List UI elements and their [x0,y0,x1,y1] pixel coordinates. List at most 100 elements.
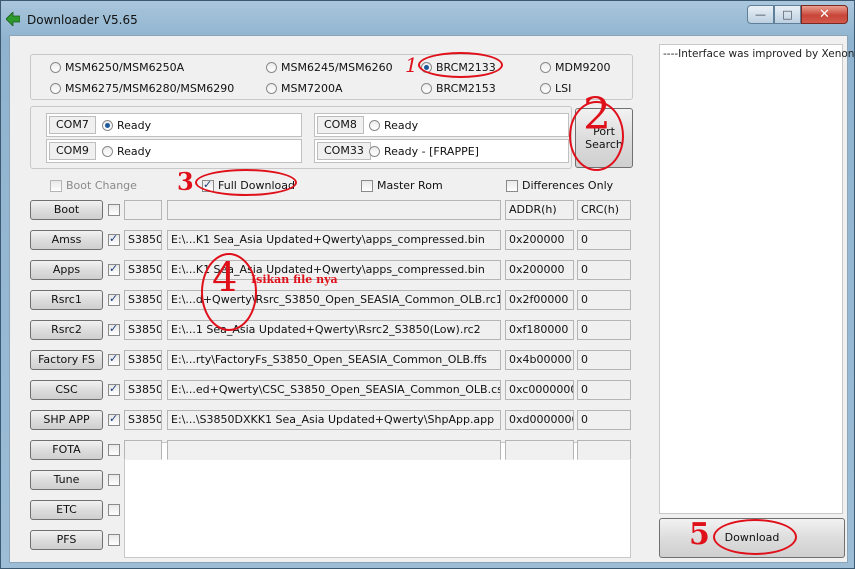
row-checkbox[interactable] [108,504,120,516]
row-model-field: S3850 [124,350,162,370]
row-addr-field[interactable] [505,440,574,460]
row-button-factory-fs[interactable]: Factory FS [30,350,103,370]
checkbox-label: Boot Change [66,179,137,192]
row-crc-field[interactable]: 0 [577,230,631,250]
title-bar[interactable]: Downloader V5.65 — □ ✕ [1,1,854,35]
annotation-isikan-text: Isikan file nya [251,273,338,286]
annotation-number-3: 3 [177,167,194,196]
row-addr-field[interactable]: 0xd0000000 [505,410,574,430]
row-checkbox[interactable] [108,262,120,276]
row-crc-field[interactable]: CRC(h) [577,200,631,220]
row-path-field[interactable] [167,440,501,460]
annotation-circle-full-download [195,169,297,196]
checkbox-label: Differences Only [522,179,614,192]
row-addr-field[interactable]: 0xf180000 [505,320,574,340]
port-com33[interactable]: COM33 Ready - [FRAPPE] [314,139,569,163]
chipset-radio-lsi[interactable]: LSI [540,82,571,95]
row-button-amss[interactable]: Amss [30,230,103,250]
row-button-tune[interactable]: Tune [30,470,103,490]
row-crc-field[interactable]: 0 [577,410,631,430]
row-addr-field[interactable]: 0x4b00000 [505,350,574,370]
boot-change-checkbox[interactable]: Boot Change [50,179,137,192]
row-crc-field[interactable]: 0 [577,260,631,280]
radio-indicator [540,83,551,94]
row-checkbox[interactable] [108,412,120,426]
radio-indicator [266,83,277,94]
chipset-label: LSI [555,82,572,95]
download-arrow-icon [6,12,20,26]
row-checkbox[interactable] [108,534,120,546]
row-path-field[interactable]: E:\...ed+Qwerty\CSC_S3850_Open_SEASIA_Co… [167,380,501,400]
row-crc-field[interactable] [577,440,631,460]
row-addr-field[interactable]: 0xc0000000 [505,380,574,400]
chipset-label: MSM6275/MSM6280/MSM6290 [65,82,235,95]
row-checkbox[interactable] [108,292,120,306]
radio-indicator [102,146,113,157]
port-status[interactable]: Ready - [FRAPPE] [369,145,479,158]
row-checkbox[interactable] [108,444,120,456]
row-model-field: S3850 [124,260,162,280]
port-status-label: Ready [117,119,152,132]
row-addr-field[interactable]: 0x2f00000 [505,290,574,310]
app-window: Downloader V5.65 — □ ✕ MSM6250/MSM6250A … [0,0,855,569]
port-status[interactable]: Ready [369,119,418,132]
port-com7[interactable]: COM7 Ready [46,113,302,137]
row-checkbox[interactable] [108,382,120,396]
row-button-rsrc1[interactable]: Rsrc1 [30,290,103,310]
row-addr-field[interactable]: 0x200000 [505,260,574,280]
row-button-boot[interactable]: Boot [30,200,103,220]
radio-indicator [266,62,277,73]
row-addr-field[interactable]: 0x200000 [505,230,574,250]
row-crc-field[interactable]: 0 [577,290,631,310]
port-status-label: Ready [117,145,152,158]
row-addr-field[interactable]: ADDR(h) [505,200,574,220]
row-button-shp-app[interactable]: SHP APP [30,410,103,430]
port-name: COM8 [317,116,364,134]
port-com9[interactable]: COM9 Ready [46,139,302,163]
row-model-field: S3850 [124,230,162,250]
row-checkbox[interactable] [108,352,120,366]
row-path-field[interactable] [167,200,501,220]
port-com8[interactable]: COM8 Ready [314,113,569,137]
row-checkbox[interactable] [108,474,120,486]
row-checkbox[interactable] [108,232,120,246]
row-crc-field[interactable]: 0 [577,320,631,340]
chipset-radio-brcm2153[interactable]: BRCM2153 [421,82,496,95]
row-path-field[interactable]: E:\...K1 Sea_Asia Updated+Qwerty\apps_co… [167,230,501,250]
row-button-etc[interactable]: ETC [30,500,103,520]
row-button-csc[interactable]: CSC [30,380,103,400]
chipset-label: MDM9200 [555,61,611,74]
close-button[interactable]: ✕ [801,5,848,24]
chipset-radio-msm6250[interactable]: MSM6250/MSM6250A [50,61,184,74]
annotation-number-2: 2 [583,89,611,140]
row-button-fota[interactable]: FOTA [30,440,103,460]
master-rom-checkbox[interactable]: Master Rom [361,179,443,192]
chipset-label: MSM6250/MSM6250A [65,61,185,74]
row-model-field: S3850 [124,380,162,400]
chipset-label: BRCM2153 [436,82,496,95]
row-button-rsrc2[interactable]: Rsrc2 [30,320,103,340]
chipset-radio-msm6245[interactable]: MSM6245/MSM6260 [266,61,393,74]
chipset-radio-mdm9200[interactable]: MDM9200 [540,61,610,74]
row-checkbox[interactable] [108,322,120,336]
row-checkbox[interactable] [108,204,120,216]
row-button-apps[interactable]: Apps [30,260,103,280]
row-path-field[interactable]: E:\...rty\FactoryFs_S3850_Open_SEASIA_Co… [167,350,501,370]
checkbox-box [50,179,62,192]
row-model-field [124,440,162,460]
chipset-radio-msm6275[interactable]: MSM6275/MSM6280/MSM6290 [50,82,234,95]
annotation-circle-download [713,519,797,555]
window-title: Downloader V5.65 [27,13,138,27]
port-status[interactable]: Ready [102,145,151,158]
annotation-number-5: 5 [689,517,710,552]
port-status[interactable]: Ready [102,119,151,132]
row-crc-field[interactable]: 0 [577,380,631,400]
row-path-field[interactable]: E:\...\S3850DXKK1 Sea_Asia Updated+Qwert… [167,410,501,430]
row-crc-field[interactable]: 0 [577,350,631,370]
chipset-radio-msm7200a[interactable]: MSM7200A [266,82,342,95]
minimize-button[interactable]: — [747,5,774,24]
row-button-pfs[interactable]: PFS [30,530,103,550]
radio-indicator [50,83,61,94]
maximize-button[interactable]: □ [774,5,801,24]
differences-only-checkbox[interactable]: Differences Only [506,179,613,192]
